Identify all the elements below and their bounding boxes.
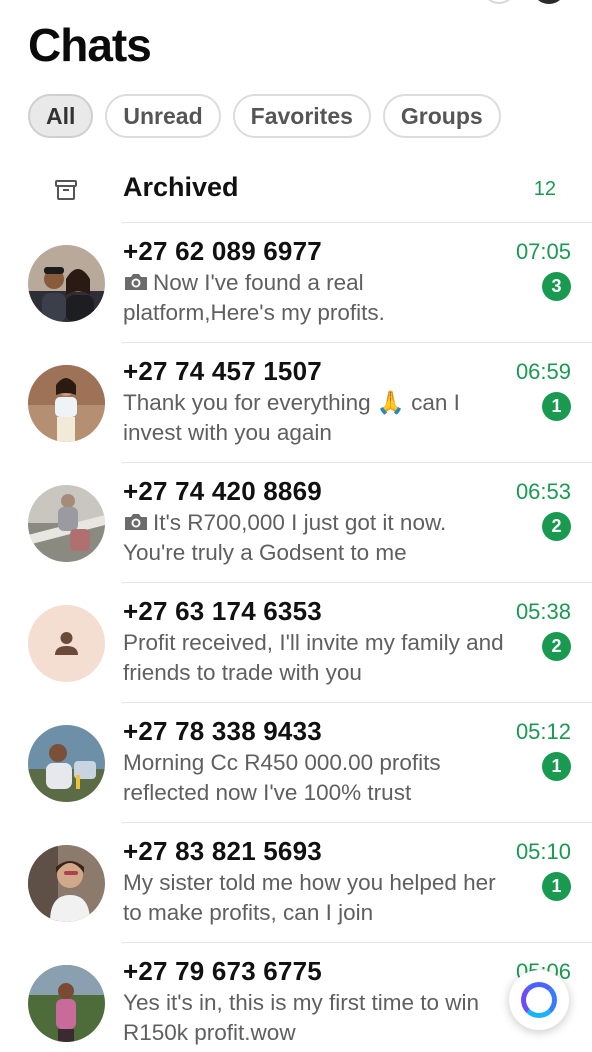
contact-name: +27 63 174 6353 <box>123 596 322 626</box>
row-divider <box>122 942 592 943</box>
header-button-partial[interactable] <box>484 0 514 4</box>
message-preview-text: Thank you for everything 🙏 can I invest … <box>123 390 460 445</box>
meta-ai-button[interactable] <box>509 970 569 1030</box>
archived-count: 12 <box>533 178 556 200</box>
message-time: 05:10 <box>515 839 571 864</box>
unread-badge: 2 <box>542 632 571 661</box>
unread-badge: 2 <box>542 512 571 541</box>
contact-name: +27 79 673 6775 <box>123 956 322 986</box>
filter-chip-groups[interactable]: Groups <box>382 94 501 138</box>
contact-name: +27 74 457 1507 <box>123 356 322 386</box>
message-time: 06:53 <box>515 479 571 504</box>
message-time: 06:59 <box>515 359 571 384</box>
chat-row[interactable]: +27 79 673 6775 05:06 Yes it's in, this … <box>0 942 592 1052</box>
message-preview-text: Profit received, I'll invite my family a… <box>123 630 504 685</box>
unread-badge: 1 <box>542 392 571 421</box>
message-time: 05:38 <box>515 599 571 624</box>
message-preview: Yes it's in, this is my first time to wi… <box>123 988 508 1048</box>
page-title: Chats <box>28 19 152 71</box>
row-divider <box>122 462 592 463</box>
contact-name: +27 62 089 6977 <box>123 236 322 266</box>
camera-icon <box>125 274 147 290</box>
avatar[interactable] <box>28 605 105 682</box>
archived-row[interactable]: Archived 12 <box>0 162 592 222</box>
message-preview: Profit received, I'll invite my family a… <box>123 628 508 688</box>
message-preview-text: Morning Cc R450 000.00 profits reflected… <box>123 750 441 805</box>
message-preview-text: Now I've found a real platform,Here's my… <box>123 270 385 325</box>
avatar[interactable] <box>28 845 105 922</box>
row-divider <box>122 822 592 823</box>
chat-row[interactable]: +27 74 457 1507 06:59 Thank you for ever… <box>0 342 592 462</box>
chat-row[interactable]: +27 83 821 5693 05:10 My sister told me … <box>0 822 592 942</box>
archived-label: Archived <box>123 172 239 202</box>
chat-row[interactable]: +27 62 089 6977 07:05 Now I've found a r… <box>0 222 592 342</box>
avatar[interactable] <box>28 725 105 802</box>
message-preview-text: Yes it's in, this is my first time to wi… <box>123 990 480 1045</box>
row-divider <box>122 222 592 223</box>
message-preview: My sister told me how you helped her to … <box>123 868 508 928</box>
filter-chips: All Unread Favorites Groups <box>28 94 501 138</box>
message-preview: Morning Cc R450 000.00 profits reflected… <box>123 748 508 808</box>
message-preview-text: My sister told me how you helped her to … <box>123 870 496 925</box>
unread-badge: 1 <box>542 752 571 781</box>
chat-list: +27 62 089 6977 07:05 Now I've found a r… <box>0 222 592 1052</box>
avatar[interactable] <box>28 485 105 562</box>
message-time: 07:05 <box>515 239 571 264</box>
unread-badge: 1 <box>542 872 571 901</box>
unread-badge: 3 <box>542 272 571 301</box>
meta-ai-icon <box>521 982 557 1018</box>
avatar[interactable] <box>28 365 105 442</box>
row-divider <box>122 582 592 583</box>
message-time: 05:12 <box>515 719 571 744</box>
avatar[interactable] <box>28 245 105 322</box>
contact-name: +27 74 420 8869 <box>123 476 322 506</box>
contact-name: +27 78 338 9433 <box>123 716 322 746</box>
message-preview: Now I've found a real platform,Here's my… <box>123 268 508 328</box>
chat-row[interactable]: +27 63 174 6353 05:38 Profit received, I… <box>0 582 592 702</box>
header-button-partial-dark[interactable] <box>534 0 564 4</box>
contact-name: +27 83 821 5693 <box>123 836 322 866</box>
filter-chip-favorites[interactable]: Favorites <box>232 94 371 138</box>
message-preview-text: It's R700,000 I just got it now. You're … <box>123 510 447 565</box>
row-divider <box>122 342 592 343</box>
chat-row[interactable]: +27 78 338 9433 05:12 Morning Cc R450 00… <box>0 702 592 822</box>
archive-icon <box>54 178 78 202</box>
camera-icon <box>125 514 147 530</box>
message-preview: It's R700,000 I just got it now. You're … <box>123 508 508 568</box>
filter-chip-all[interactable]: All <box>28 94 94 138</box>
chat-row[interactable]: +27 74 420 8869 06:53 It's R700,000 I ju… <box>0 462 592 582</box>
default-person-icon <box>28 605 105 682</box>
avatar[interactable] <box>28 965 105 1042</box>
row-divider <box>122 702 592 703</box>
filter-chip-unread[interactable]: Unread <box>105 94 221 138</box>
message-preview: Thank you for everything 🙏 can I invest … <box>123 388 508 448</box>
